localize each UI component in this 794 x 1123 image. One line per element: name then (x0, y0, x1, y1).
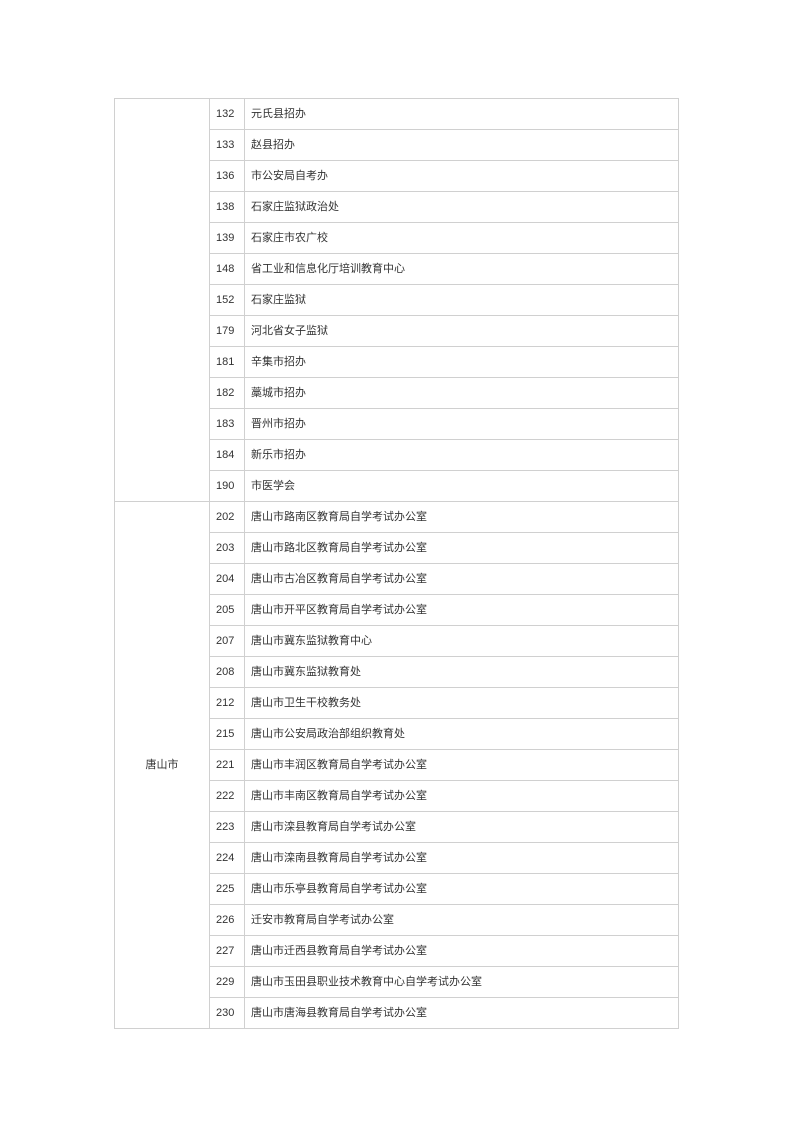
name-cell: 新乐市招办 (245, 440, 679, 471)
name-cell: 唐山市公安局政治部组织教育处 (245, 719, 679, 750)
name-cell: 唐山市卫生干校教务处 (245, 688, 679, 719)
code-cell: 132 (210, 99, 245, 130)
code-cell: 223 (210, 812, 245, 843)
code-cell: 227 (210, 936, 245, 967)
region-cell: 唐山市 (115, 502, 210, 1029)
code-cell: 184 (210, 440, 245, 471)
name-cell: 赵县招办 (245, 130, 679, 161)
name-cell: 唐山市乐亭县教育局自学考试办公室 (245, 874, 679, 905)
code-cell: 224 (210, 843, 245, 874)
code-cell: 190 (210, 471, 245, 502)
code-cell: 222 (210, 781, 245, 812)
code-cell: 202 (210, 502, 245, 533)
name-cell: 唐山市路南区教育局自学考试办公室 (245, 502, 679, 533)
name-cell: 元氏县招办 (245, 99, 679, 130)
table-row: 132元氏县招办 (115, 99, 679, 130)
code-cell: 148 (210, 254, 245, 285)
region-cell (115, 99, 210, 502)
name-cell: 唐山市路北区教育局自学考试办公室 (245, 533, 679, 564)
name-cell: 唐山市冀东监狱教育中心 (245, 626, 679, 657)
code-cell: 230 (210, 998, 245, 1029)
offices-table: 132元氏县招办133赵县招办136市公安局自考办138石家庄监狱政治处139石… (114, 98, 679, 1029)
code-cell: 205 (210, 595, 245, 626)
name-cell: 唐山市玉田县职业技术教育中心自学考试办公室 (245, 967, 679, 998)
name-cell: 唐山市丰南区教育局自学考试办公室 (245, 781, 679, 812)
name-cell: 唐山市开平区教育局自学考试办公室 (245, 595, 679, 626)
name-cell: 唐山市丰润区教育局自学考试办公室 (245, 750, 679, 781)
name-cell: 唐山市古冶区教育局自学考试办公室 (245, 564, 679, 595)
code-cell: 212 (210, 688, 245, 719)
code-cell: 152 (210, 285, 245, 316)
name-cell: 晋州市招办 (245, 409, 679, 440)
code-cell: 179 (210, 316, 245, 347)
code-cell: 203 (210, 533, 245, 564)
name-cell: 石家庄市农广校 (245, 223, 679, 254)
name-cell: 石家庄监狱 (245, 285, 679, 316)
name-cell: 石家庄监狱政治处 (245, 192, 679, 223)
code-cell: 208 (210, 657, 245, 688)
name-cell: 迁安市教育局自学考试办公室 (245, 905, 679, 936)
name-cell: 辛集市招办 (245, 347, 679, 378)
code-cell: 221 (210, 750, 245, 781)
table-row: 唐山市202唐山市路南区教育局自学考试办公室 (115, 502, 679, 533)
code-cell: 181 (210, 347, 245, 378)
code-cell: 215 (210, 719, 245, 750)
code-cell: 133 (210, 130, 245, 161)
name-cell: 河北省女子监狱 (245, 316, 679, 347)
code-cell: 225 (210, 874, 245, 905)
name-cell: 唐山市冀东监狱教育处 (245, 657, 679, 688)
name-cell: 唐山市滦县教育局自学考试办公室 (245, 812, 679, 843)
code-cell: 136 (210, 161, 245, 192)
code-cell: 229 (210, 967, 245, 998)
name-cell: 市医学会 (245, 471, 679, 502)
code-cell: 182 (210, 378, 245, 409)
code-cell: 204 (210, 564, 245, 595)
name-cell: 唐山市唐海县教育局自学考试办公室 (245, 998, 679, 1029)
name-cell: 市公安局自考办 (245, 161, 679, 192)
name-cell: 唐山市滦南县教育局自学考试办公室 (245, 843, 679, 874)
code-cell: 183 (210, 409, 245, 440)
code-cell: 207 (210, 626, 245, 657)
name-cell: 省工业和信息化厅培训教育中心 (245, 254, 679, 285)
code-cell: 226 (210, 905, 245, 936)
code-cell: 138 (210, 192, 245, 223)
name-cell: 唐山市迁西县教育局自学考试办公室 (245, 936, 679, 967)
name-cell: 藁城市招办 (245, 378, 679, 409)
code-cell: 139 (210, 223, 245, 254)
